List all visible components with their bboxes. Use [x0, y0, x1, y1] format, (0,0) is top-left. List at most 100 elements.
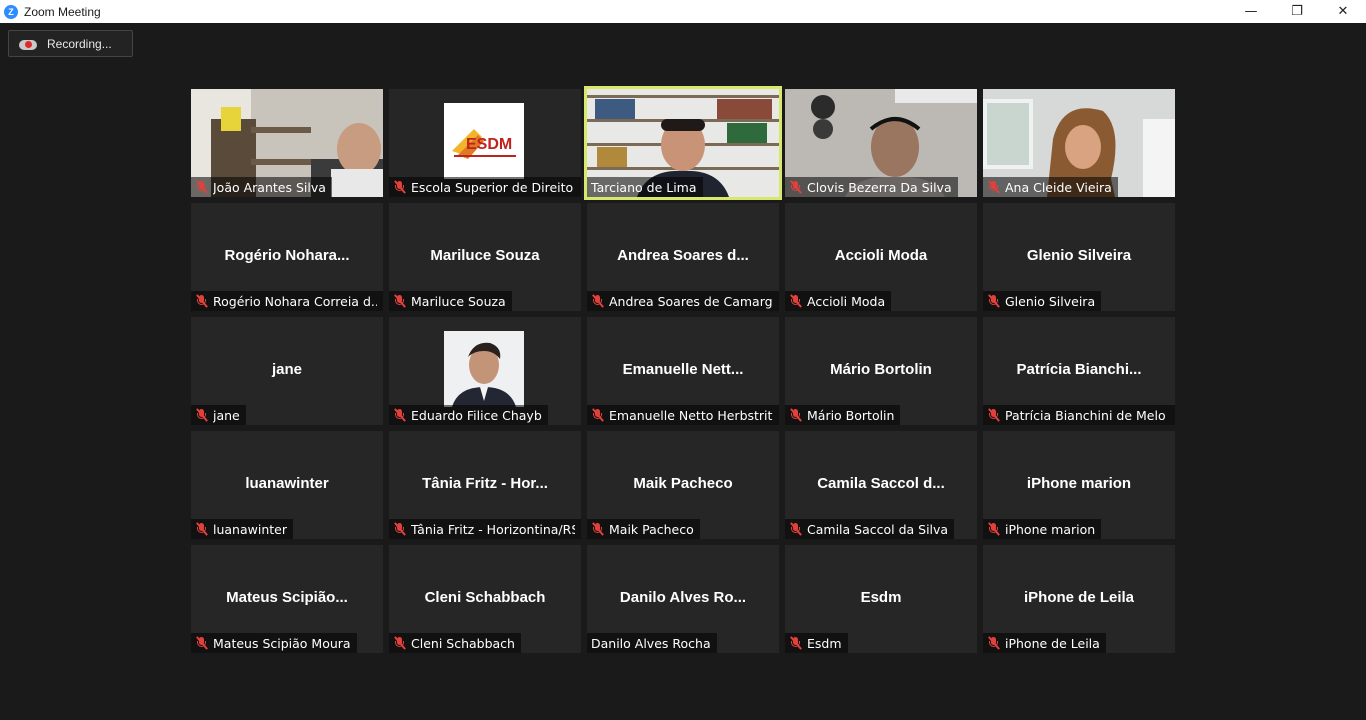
participant-tile[interactable]: Rogério Nohara... Rogério Nohara Correia… — [191, 203, 383, 311]
participant-display-name: Andrea Soares d... — [617, 247, 749, 264]
restore-button[interactable]: ❐ — [1274, 0, 1320, 23]
participant-namebar: Patrícia Bianchini de Melo ... — [983, 405, 1175, 425]
mic-muted-icon — [393, 180, 407, 194]
participant-name: Glenio Silveira — [1005, 293, 1096, 309]
gallery-grid: João Arantes Silva ESDM Escola Superior … — [191, 86, 1175, 653]
participant-tile[interactable]: ESDM Escola Superior de Direito ... — [389, 89, 581, 197]
mic-muted-icon — [789, 180, 803, 194]
mic-muted-icon — [987, 294, 1001, 308]
participant-tile[interactable]: Mariluce Souza Mariluce Souza — [389, 203, 581, 311]
participant-name: Mateus Scipião Moura — [213, 635, 351, 651]
participant-name: iPhone marion — [1005, 521, 1096, 537]
participant-display-name: iPhone de Leila — [1023, 589, 1135, 606]
recording-indicator[interactable]: Recording... — [8, 30, 133, 57]
esdm-logo-text: ESDM — [466, 136, 512, 153]
participant-display-name: Mateus Scipião... — [226, 589, 348, 606]
participant-tile[interactable]: Mário Bortolin Mário Bortolin — [785, 317, 977, 425]
participant-tile[interactable]: Cleni Schabbach Cleni Schabbach — [389, 545, 581, 653]
participant-tile[interactable]: Tânia Fritz - Hor... Tânia Fritz - Horiz… — [389, 431, 581, 539]
window-controls: — ❐ ✕ — [1228, 0, 1366, 23]
zoom-app-icon: Z — [4, 4, 18, 19]
participant-tile[interactable]: Ana Cleide Vieira — [983, 89, 1175, 197]
participant-display-name: Danilo Alves Ro... — [619, 589, 747, 606]
mic-muted-icon — [393, 522, 407, 536]
participant-name: luanawinter — [213, 521, 287, 537]
participant-namebar: luanawinter — [191, 519, 293, 539]
mic-muted-icon — [195, 522, 209, 536]
mic-muted-icon — [987, 180, 1001, 194]
mic-muted-icon — [195, 180, 209, 194]
mic-muted-icon — [591, 522, 605, 536]
participant-tile[interactable]: João Arantes Silva — [191, 89, 383, 197]
participant-tile[interactable]: Eduardo Filice Chayb — [389, 317, 581, 425]
participant-tile[interactable]: iPhone de Leila iPhone de Leila — [983, 545, 1175, 653]
participant-display-name: Maik Pacheco — [633, 475, 733, 492]
participant-tile[interactable]: Esdm Esdm — [785, 545, 977, 653]
participant-tile[interactable]: Clovis Bezerra Da Silva — [785, 89, 977, 197]
participant-tile[interactable]: Glenio Silveira Glenio Silveira — [983, 203, 1175, 311]
participant-tile[interactable]: Patrícia Bianchi... Patrícia Bianchini d… — [983, 317, 1175, 425]
participant-display-name: Esdm — [860, 589, 902, 606]
window-title: Zoom Meeting — [24, 4, 101, 19]
participant-name: Patrícia Bianchini de Melo ... — [1005, 407, 1169, 423]
participant-tile[interactable]: Maik Pacheco Maik Pacheco — [587, 431, 779, 539]
participant-namebar: Camila Saccol da Silva — [785, 519, 955, 539]
participant-name: Danilo Alves Rocha — [591, 635, 711, 651]
participant-name: João Arantes Silva — [213, 179, 326, 195]
participant-display-name: Camila Saccol d... — [817, 475, 945, 492]
participant-namebar: Danilo Alves Rocha — [587, 633, 717, 653]
participant-name: Mariluce Souza — [411, 293, 506, 309]
mic-muted-icon — [195, 408, 209, 422]
participant-name: Tânia Fritz - Horizontina/RS — [411, 521, 575, 537]
participant-profile-photo — [444, 331, 524, 407]
participant-tile[interactable]: iPhone marion iPhone marion — [983, 431, 1175, 539]
participant-name: Andrea Soares de Camargo — [609, 293, 773, 309]
participant-namebar: Maik Pacheco — [587, 519, 700, 539]
participant-name: Accioli Moda — [807, 293, 886, 309]
mic-muted-icon — [591, 294, 605, 308]
participant-namebar: Accioli Moda — [785, 291, 892, 311]
participant-tile[interactable]: Accioli Moda Accioli Moda — [785, 203, 977, 311]
participant-name: jane — [213, 407, 240, 423]
participant-display-name: Accioli Moda — [834, 247, 928, 264]
participant-name: Escola Superior de Direito ... — [411, 179, 575, 195]
participant-name: Ana Cleide Vieira — [1005, 179, 1112, 195]
participant-display-name: Cleni Schabbach — [424, 589, 546, 606]
participant-namebar: Escola Superior de Direito ... — [389, 177, 581, 197]
mic-muted-icon — [591, 408, 605, 422]
close-button[interactable]: ✕ — [1320, 0, 1366, 23]
participant-name: Tarciano de Lima — [591, 179, 697, 195]
cloud-recording-icon — [19, 38, 37, 50]
participant-tile[interactable]: Emanuelle Nett... Emanuelle Netto Herbst… — [587, 317, 779, 425]
participant-name: iPhone de Leila — [1005, 635, 1100, 651]
participant-namebar: Glenio Silveira — [983, 291, 1102, 311]
mic-muted-icon — [195, 636, 209, 650]
window-titlebar: Z Zoom Meeting — ❐ ✕ — [0, 0, 1366, 23]
mic-muted-icon — [789, 522, 803, 536]
mic-muted-icon — [393, 636, 407, 650]
esdm-logo: ESDM — [444, 103, 524, 179]
participant-tile[interactable]: Andrea Soares d... Andrea Soares de Cama… — [587, 203, 779, 311]
participant-tile[interactable]: Danilo Alves Ro... Danilo Alves Rocha — [587, 545, 779, 653]
minimize-button[interactable]: — — [1228, 0, 1274, 23]
participant-tile-active-speaker[interactable]: Tarciano de Lima — [584, 86, 782, 200]
participant-display-name: Tânia Fritz - Hor... — [422, 475, 548, 492]
participant-namebar: Andrea Soares de Camargo — [587, 291, 779, 311]
participant-namebar: Rogério Nohara Correia d... — [191, 291, 383, 311]
participant-name: Camila Saccol da Silva — [807, 521, 949, 537]
participant-tile[interactable]: Mateus Scipião... Mateus Scipião Moura — [191, 545, 383, 653]
participant-tile[interactable]: luanawinter luanawinter — [191, 431, 383, 539]
participant-tile[interactable]: Camila Saccol d... Camila Saccol da Silv… — [785, 431, 977, 539]
mic-muted-icon — [789, 294, 803, 308]
participant-namebar: Tarciano de Lima — [587, 177, 703, 197]
participant-display-name: Mariluce Souza — [430, 247, 540, 264]
participant-display-name: jane — [271, 361, 302, 378]
participant-namebar: iPhone de Leila — [983, 633, 1106, 653]
participant-tile[interactable]: jane jane — [191, 317, 383, 425]
participant-display-name: Rogério Nohara... — [224, 247, 350, 264]
participant-namebar: João Arantes Silva — [191, 177, 332, 197]
participant-namebar: Tânia Fritz - Horizontina/RS — [389, 519, 581, 539]
mic-muted-icon — [393, 408, 407, 422]
participant-name: Maik Pacheco — [609, 521, 694, 537]
mic-muted-icon — [987, 522, 1001, 536]
